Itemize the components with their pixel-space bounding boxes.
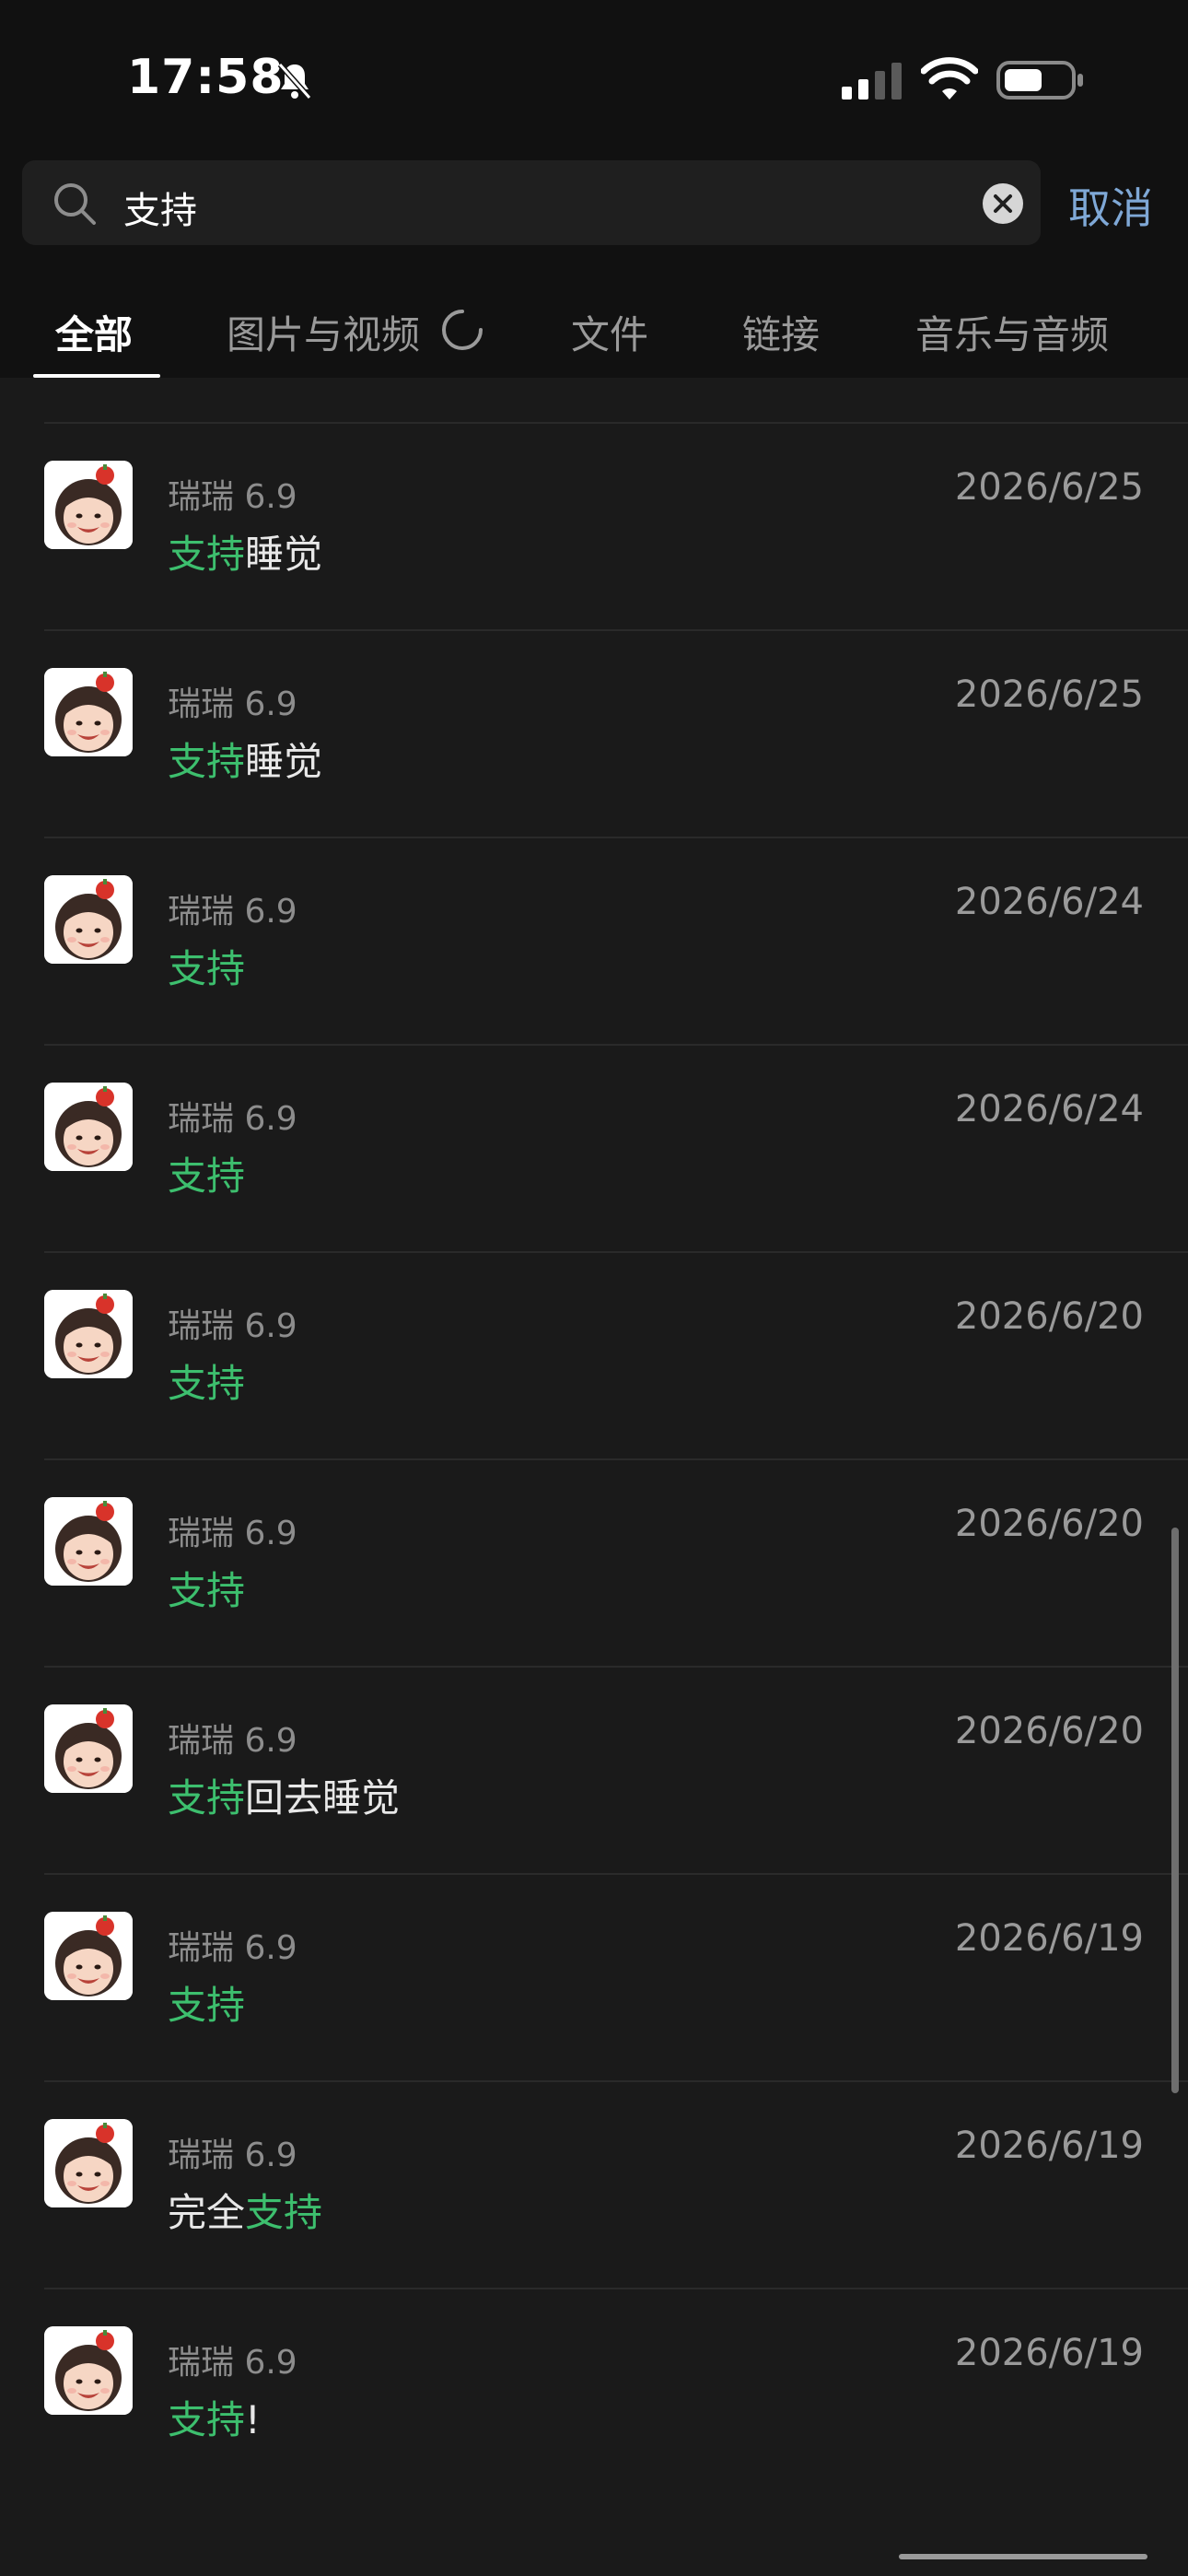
sender-name: 瑞瑞 6.9 (168, 1722, 297, 1760)
tab-files[interactable]: 文件 (571, 304, 648, 360)
avatar (44, 1497, 133, 1586)
message-snippet: 支持 (168, 1145, 245, 1201)
match-highlight: 支持 (168, 1361, 246, 1406)
wifi-icon (921, 57, 978, 100)
match-highlight: 支持 (168, 1568, 246, 1613)
message-date: 2026/6/20 (954, 1710, 1144, 1752)
message-date: 2026/6/25 (954, 466, 1144, 509)
search-query[interactable]: 支持 (123, 181, 197, 234)
avatar (44, 1083, 133, 1171)
message-snippet: 支持回去睡觉 (168, 1775, 401, 1821)
sender-name: 瑞瑞 6.9 (168, 685, 297, 723)
list-item[interactable]: 瑞瑞 6.9 2026/6/20 支持 (0, 1460, 1188, 1668)
avatar (44, 2326, 133, 2415)
status-bar: 17:58 (0, 0, 1188, 157)
signal-icon (842, 63, 902, 100)
avatar (44, 1704, 133, 1793)
avatar (44, 668, 133, 756)
message-snippet: 支持 (168, 1352, 245, 1409)
avatar-image (44, 668, 133, 756)
list-item[interactable]: 瑞瑞 6.9 2026/6/25 支持睡觉 (0, 424, 1188, 631)
message-snippet: 支持 (168, 1560, 245, 1616)
message-snippet: 支持睡觉 (168, 532, 323, 577)
match-highlight: 支持 (168, 1153, 246, 1199)
avatar-image (44, 1497, 133, 1586)
avatar (44, 1290, 133, 1378)
match-highlight: 支持 (168, 739, 246, 784)
tab-links[interactable]: 链接 (742, 304, 820, 360)
search-results-list[interactable]: 支持 瑞瑞 6.9 2026/6/25 支持睡觉 瑞瑞 6.9 2026/6/2… (0, 378, 1188, 2576)
sender-name: 瑞瑞 6.9 (168, 1100, 297, 1138)
message-snippet: 支持睡觉 (168, 739, 323, 784)
message-date: 2026/6/19 (954, 2125, 1144, 2167)
filter-tabs: 全部 图片与视频 文件 链接 音乐与音频 (0, 258, 1188, 378)
clear-icon[interactable] (982, 182, 1024, 225)
home-indicator[interactable] (899, 2554, 1147, 2559)
avatar (44, 461, 133, 549)
message-date: 2026/6/20 (954, 1295, 1144, 1338)
tab-images-videos[interactable]: 图片与视频 (227, 304, 420, 360)
list-item[interactable]: 瑞瑞 6.9 2026/6/20 支持 (0, 1253, 1188, 1460)
scrollbar[interactable] (1171, 1528, 1179, 2093)
avatar-image (44, 2119, 133, 2207)
match-highlight: 支持 (245, 2190, 323, 2235)
list-item[interactable]: 瑞瑞 6.9 2026/6/19 完全支持 (0, 2082, 1188, 2289)
status-time: 17:58 (127, 50, 285, 105)
match-highlight: 支持 (168, 2397, 246, 2442)
match-highlight: 支持 (168, 946, 246, 991)
avatar-image (44, 875, 133, 964)
avatar (44, 2119, 133, 2207)
match-highlight: 支持 (168, 1983, 246, 2028)
list-item[interactable]: 瑞瑞 6.9 2026/6/25 支持睡觉 (0, 631, 1188, 838)
list-item[interactable]: 瑞瑞 6.9 2026/6/24 支持 (0, 1046, 1188, 1253)
search-row: 支持 取消 (0, 157, 1188, 258)
message-snippet: 支持 (168, 938, 245, 994)
avatar-image (44, 1083, 133, 1171)
sender-name: 瑞瑞 6.9 (168, 2344, 297, 2382)
search-icon (54, 183, 96, 225)
message-date: 2026/6/24 (954, 881, 1144, 923)
loading-spinner-icon (442, 310, 483, 350)
avatar-image (44, 2326, 133, 2415)
avatar (44, 875, 133, 964)
sender-name: 瑞瑞 6.9 (168, 893, 297, 931)
bell-slash-icon (277, 63, 312, 100)
sender-name: 瑞瑞 6.9 (168, 1307, 297, 1345)
message-date: 2026/6/20 (954, 1503, 1144, 1545)
tab-music-audio[interactable]: 音乐与音频 (915, 304, 1109, 360)
avatar (44, 1912, 133, 2000)
cancel-button[interactable]: 取消 (1068, 175, 1153, 236)
avatar-image (44, 1912, 133, 2000)
avatar-image (44, 1290, 133, 1378)
avatar-image (44, 1704, 133, 1793)
message-snippet: 支持! (168, 2397, 261, 2442)
message-snippet: 完全支持 (168, 2190, 323, 2235)
list-item[interactable]: 瑞瑞 6.9 2026/6/19 支持! (0, 2289, 1188, 2497)
match-highlight: 支持 (168, 532, 246, 577)
match-highlight: 支持 (168, 1775, 246, 1821)
list-item[interactable]: 瑞瑞 6.9 2026/6/19 支持 (0, 1875, 1188, 2082)
battery-icon (996, 61, 1083, 100)
message-date: 2026/6/19 (954, 1917, 1144, 1960)
message-date: 2026/6/25 (954, 673, 1144, 716)
message-snippet: 支持 (168, 1974, 245, 2031)
sender-name: 瑞瑞 6.9 (168, 2137, 297, 2174)
list-item[interactable]: 支持 (0, 378, 1188, 424)
sender-name: 瑞瑞 6.9 (168, 478, 297, 516)
avatar-image (44, 461, 133, 549)
list-item[interactable]: 瑞瑞 6.9 2026/6/24 支持 (0, 838, 1188, 1046)
sender-name: 瑞瑞 6.9 (168, 1515, 297, 1552)
list-item[interactable]: 瑞瑞 6.9 2026/6/20 支持回去睡觉 (0, 1668, 1188, 1875)
tab-all[interactable]: 全部 (55, 304, 133, 360)
search-input[interactable]: 支持 (22, 160, 1041, 245)
sender-name: 瑞瑞 6.9 (168, 1929, 297, 1967)
message-date: 2026/6/19 (954, 2332, 1144, 2374)
message-date: 2026/6/24 (954, 1088, 1144, 1130)
